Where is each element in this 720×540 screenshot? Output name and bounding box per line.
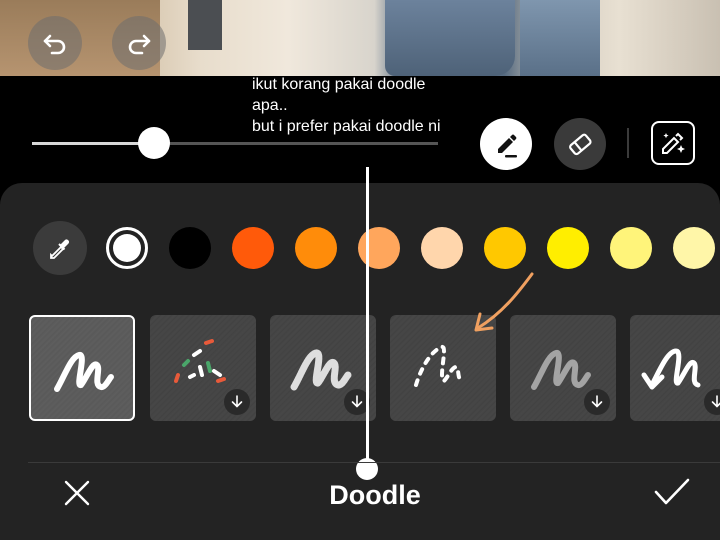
brush-size-slider[interactable] [32,127,438,159]
eyedropper-button[interactable] [33,221,87,275]
download-icon [351,395,363,408]
slider-thumb[interactable] [137,127,170,159]
color-swatch[interactable] [295,227,337,269]
download-icon [591,395,603,408]
download-icon [231,395,243,408]
color-swatch[interactable] [169,227,211,269]
close-icon [64,480,90,506]
canvas-text-line: but i prefer pakai doodle ni [252,118,441,135]
photo-leg [520,0,600,76]
photo-leg [385,0,515,76]
orange-doodle-arrow [474,272,534,332]
ai-draw-button[interactable] [651,121,695,165]
redo-icon [128,34,151,55]
redo-button[interactable] [112,16,166,70]
color-swatch[interactable] [484,227,526,269]
eraser-tool-button[interactable] [554,118,606,170]
solid-brush-icon [54,352,114,392]
check-icon [654,478,690,505]
undo-button[interactable] [28,16,82,70]
eyedropper-icon [50,239,69,259]
color-swatch[interactable] [610,227,652,269]
color-swatch[interactable] [232,227,274,269]
photo-background [0,0,720,76]
brush-chalk[interactable] [270,315,376,421]
cancel-button[interactable] [60,476,94,510]
slider-fill [32,142,154,145]
selected-swatch-fill [113,234,141,262]
eraser-icon [569,133,592,156]
canvas-text-line: apa.. [252,97,288,114]
undo-icon [43,34,66,55]
download-icon [711,395,720,408]
pen-tool-button[interactable] [480,118,532,170]
brush-sprinkles[interactable] [150,315,256,421]
doodle-vertical-line [366,167,369,469]
canvas-text[interactable]: ikut korang pakai doodle apa.. but i pre… [252,74,492,137]
confirm-button[interactable] [652,474,692,510]
page-title: Doodle [329,480,421,510]
footer-divider [28,462,720,463]
pen-icon [498,134,517,158]
download-badge [584,389,610,415]
photo-rail [188,0,222,50]
canvas-text-line: ikut korang pakai doodle [252,76,426,93]
tool-divider [627,128,629,158]
color-swatch[interactable] [673,227,715,269]
sparkle-pen-icon [662,132,685,154]
color-swatch[interactable] [106,227,148,269]
color-swatch[interactable] [547,227,589,269]
brush-solid[interactable] [29,315,135,421]
brush-arrow[interactable] [630,315,720,421]
color-swatch[interactable] [358,227,400,269]
download-badge [224,389,250,415]
color-swatch[interactable] [421,227,463,269]
